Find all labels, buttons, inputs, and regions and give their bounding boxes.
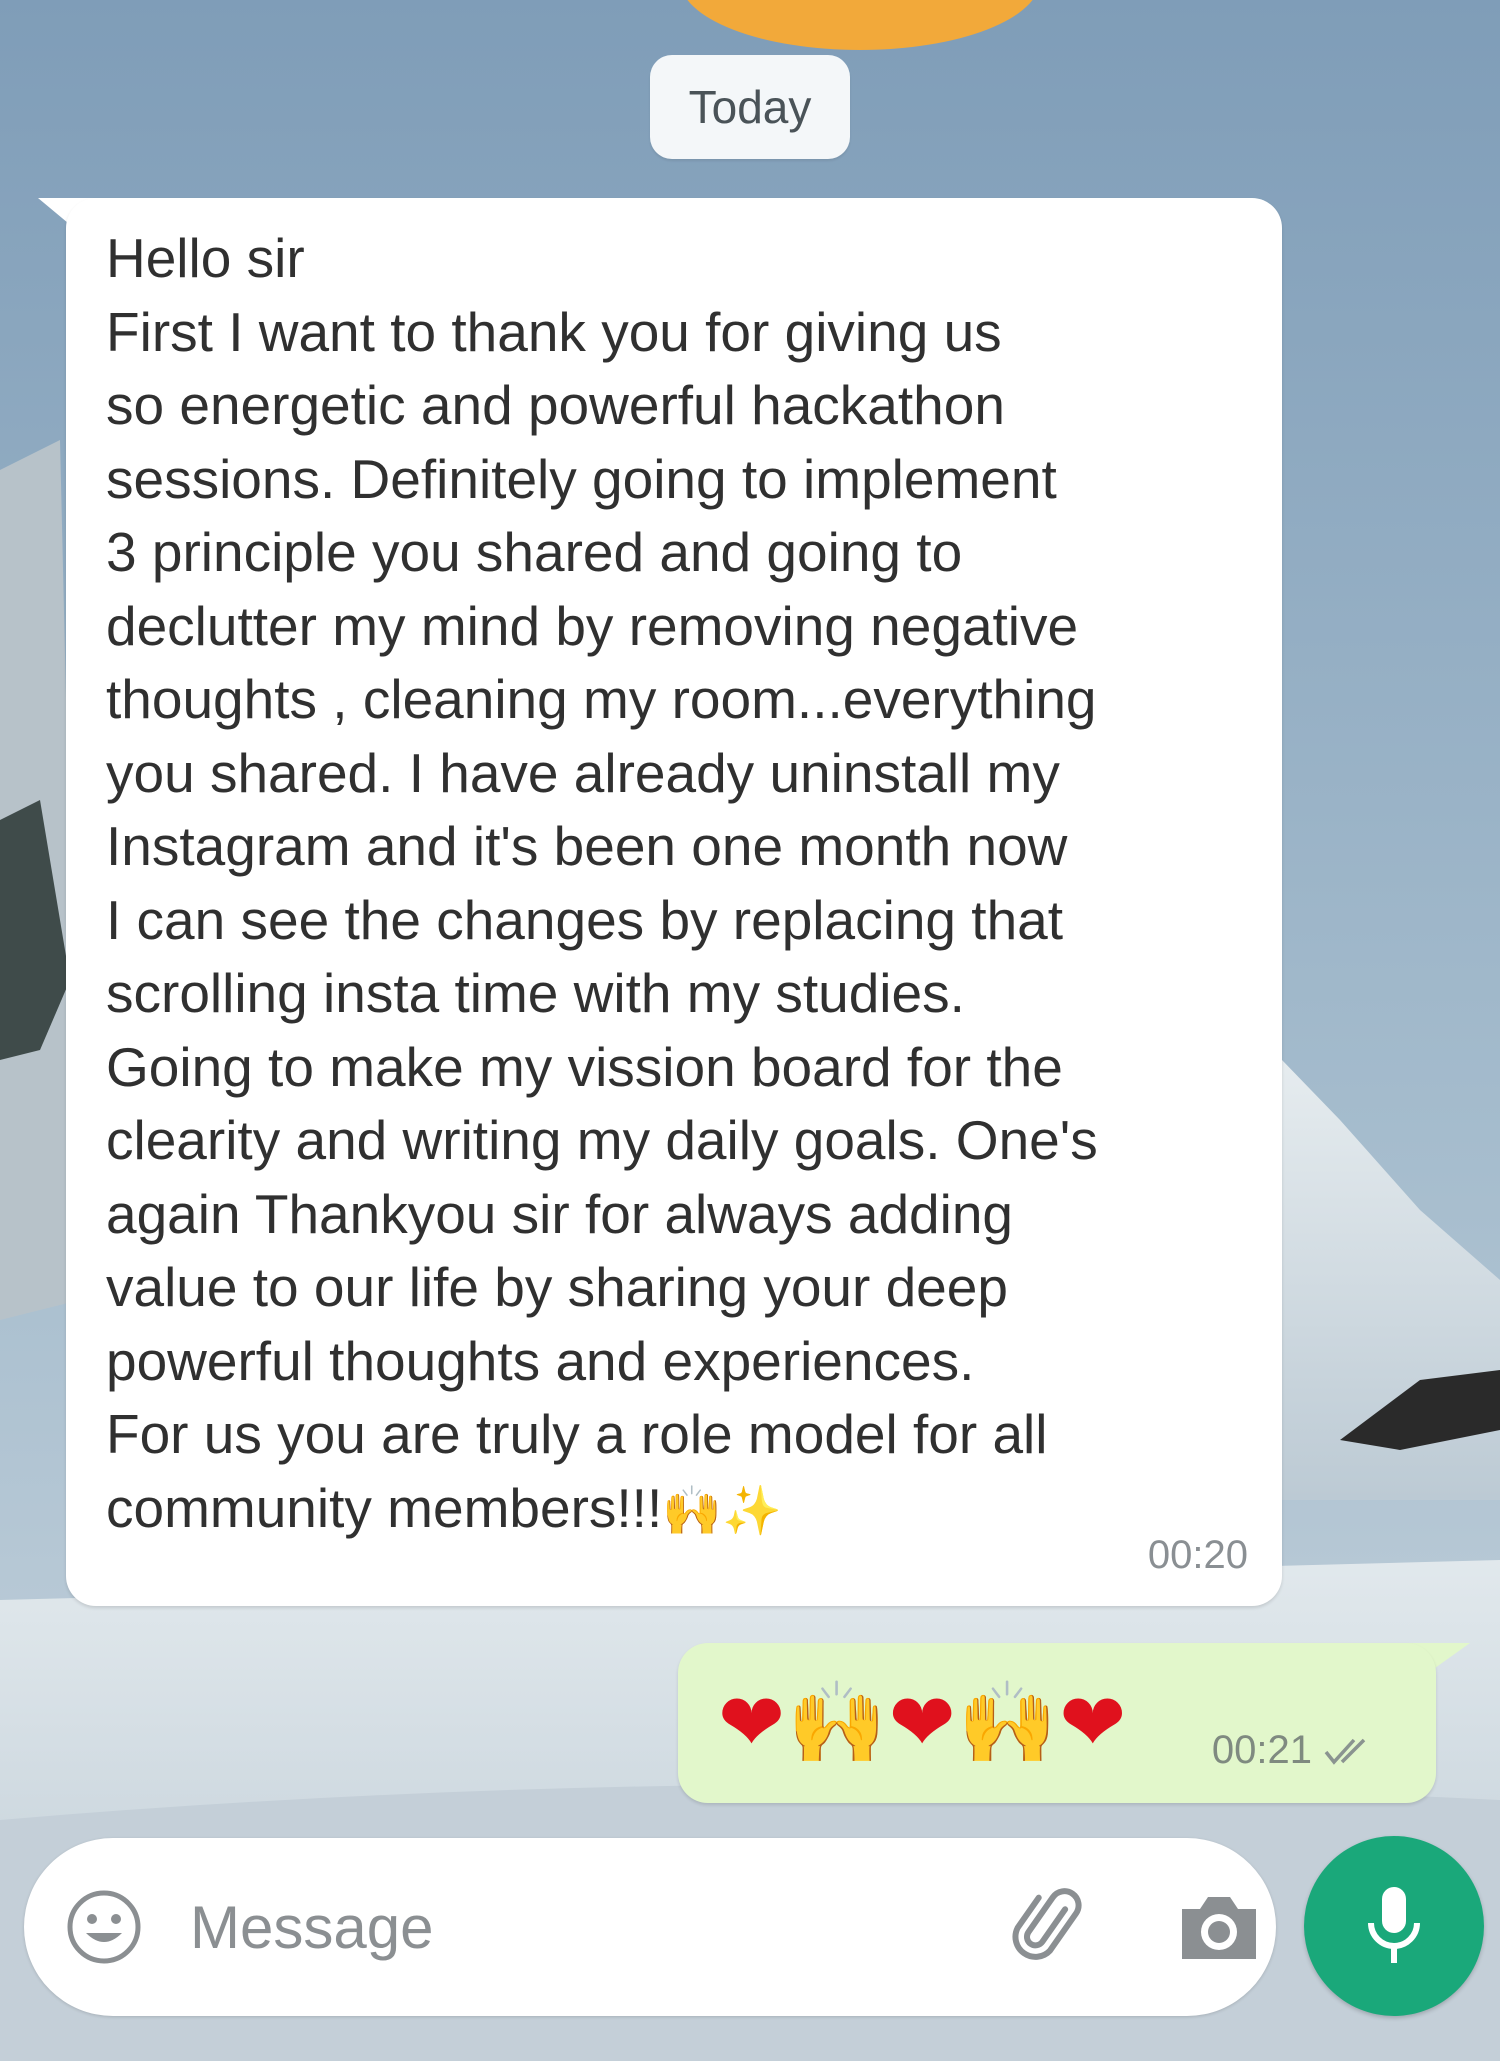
incoming-message-time: 00:20	[1147, 1533, 1248, 1577]
outgoing-message-meta: 00:21	[1212, 1728, 1376, 1773]
outgoing-message-emojis: ❤🙌❤🙌❤	[718, 1673, 1128, 1773]
message-composer	[24, 1838, 1276, 2016]
raising-hands-emoji: 🙌	[957, 1676, 1060, 1769]
incoming-message-text: Hello sir First I want to thank you for …	[106, 222, 1256, 1548]
incoming-message-bubble[interactable]: Hello sir First I want to thank you for …	[66, 198, 1282, 1606]
message-input[interactable]	[190, 1877, 970, 1977]
heart-emoji: ❤	[888, 1676, 958, 1769]
date-chip: Today	[650, 55, 850, 159]
camera-icon[interactable]	[1174, 1887, 1264, 1967]
outgoing-message-time: 00:21	[1211, 1728, 1312, 1772]
heart-emoji: ❤	[1059, 1676, 1129, 1769]
raising-hands-emoji: 🙌	[787, 1676, 889, 1769]
incoming-message-body: Hello sir First I want to thank you for …	[106, 227, 1098, 1539]
incoming-message-emojis: 🙌✨	[662, 1482, 782, 1539]
heart-emoji: ❤	[718, 1676, 788, 1769]
microphone-icon	[1368, 1887, 1420, 1963]
double-check-icon	[1324, 1738, 1366, 1765]
outgoing-message-bubble[interactable]: ❤🙌❤🙌❤ 00:21	[678, 1643, 1436, 1803]
microphone-button[interactable]	[1304, 1836, 1484, 2016]
paperclip-icon[interactable]	[1006, 1882, 1096, 1972]
smiley-icon[interactable]	[64, 1887, 144, 1967]
